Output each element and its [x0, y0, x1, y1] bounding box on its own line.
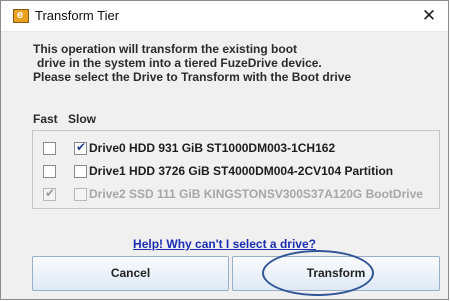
slow-checkbox-drive2	[74, 188, 87, 201]
description-line: Please select the Drive to Transform wit…	[33, 70, 352, 84]
drive2-label: Drive2 SSD 111 GiB KINGSTONSV300S37A120G…	[89, 187, 423, 201]
fast-checkbox-drive1[interactable]	[43, 165, 56, 178]
transform-tier-dialog: e Transform Tier ✕ This operation will t…	[0, 0, 449, 300]
slow-checkbox-drive1[interactable]	[74, 165, 87, 178]
close-button[interactable]: ✕	[418, 5, 440, 27]
window-title: Transform Tier	[35, 8, 120, 23]
description-line: drive in the system into a tiered FuzeDr…	[37, 56, 322, 70]
drives-panel: ✔ Drive0 HDD 931 GiB ST1000DM003-1CH162 …	[32, 130, 440, 209]
fast-checkbox-drive2: ✔	[43, 186, 56, 201]
title-bar: e Transform Tier ✕	[1, 1, 448, 32]
help-link[interactable]: Help! Why can't I select a drive?	[1, 237, 448, 251]
drive0-label: Drive0 HDD 931 GiB ST1000DM003-1CH162	[89, 141, 336, 155]
checkmark-icon: ✔	[45, 186, 56, 200]
cancel-button[interactable]: Cancel	[32, 256, 229, 291]
fast-checkbox-drive0[interactable]	[43, 142, 56, 155]
slow-checkbox-drive0[interactable]: ✔	[74, 140, 87, 155]
drive1-label: Drive1 HDD 3726 GiB ST4000DM004-2CV104 P…	[89, 164, 394, 178]
description-line: This operation will transform the existi…	[33, 42, 298, 56]
slow-column-header: Slow	[68, 112, 97, 126]
app-fuzedrive-icon: e	[13, 9, 29, 23]
checkmark-icon: ✔	[76, 140, 87, 154]
description: This operation will transform the existi…	[33, 42, 433, 84]
highlight-oval	[262, 250, 374, 296]
fast-column-header: Fast	[33, 112, 58, 126]
